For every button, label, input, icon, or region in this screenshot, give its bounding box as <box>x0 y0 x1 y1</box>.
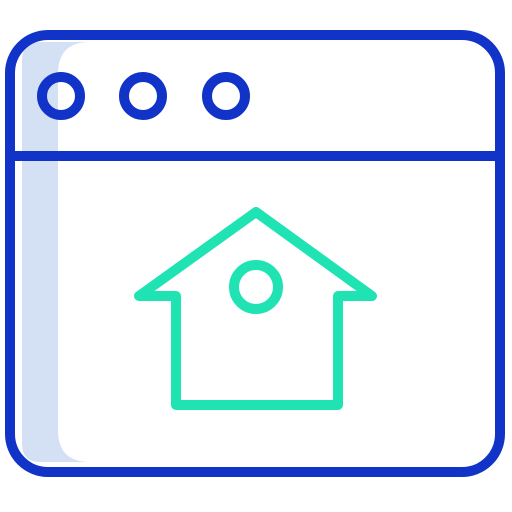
window-controls <box>37 72 250 120</box>
browser-home-illustration <box>0 0 512 512</box>
window-dot-icon <box>119 72 167 120</box>
window-dot-icon <box>202 72 250 120</box>
home-icon <box>134 207 377 410</box>
house-window <box>229 260 283 314</box>
browser-window-icon <box>5 30 505 477</box>
